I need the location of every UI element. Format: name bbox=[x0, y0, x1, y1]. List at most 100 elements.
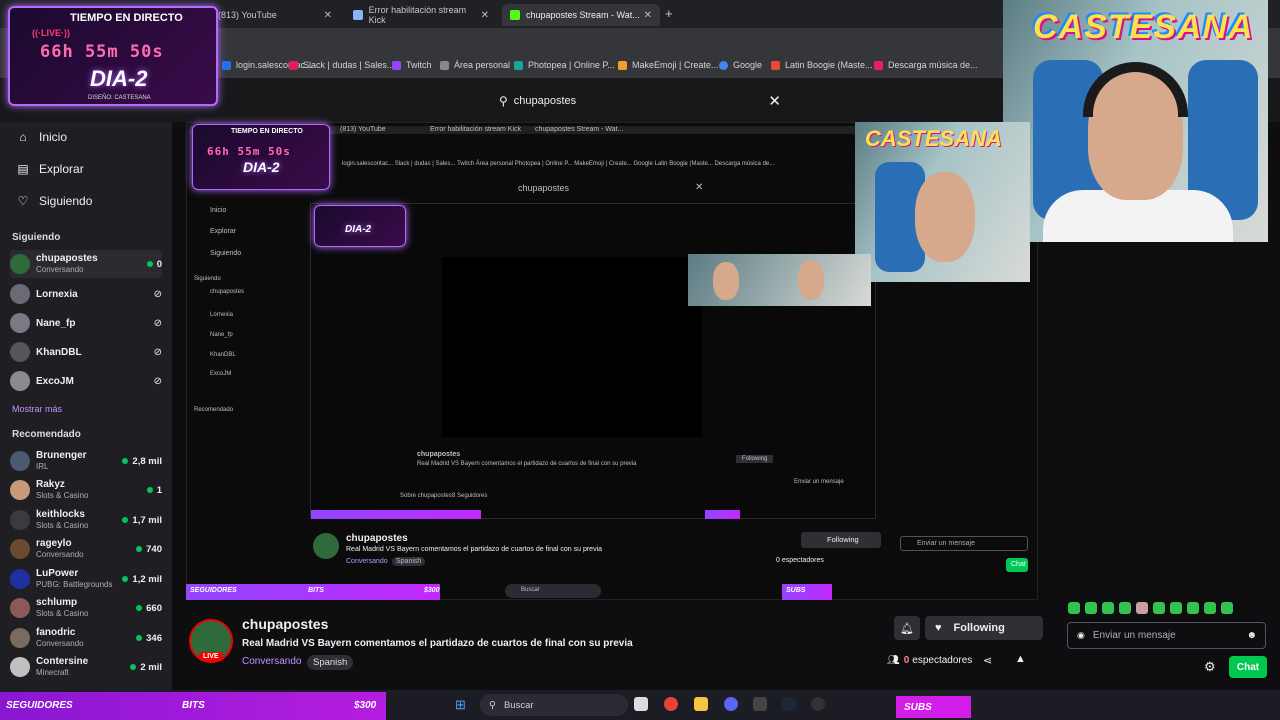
avatar bbox=[10, 342, 30, 362]
live-dot bbox=[122, 576, 129, 582]
sidebar-item-rageylo[interactable]: rageylo Conversando 740 bbox=[10, 535, 162, 563]
chat-send-button[interactable]: Chat bbox=[1229, 656, 1267, 678]
chat-input[interactable]: ◉ Enviar un mensaje ☻ bbox=[1067, 622, 1266, 649]
folder-icon[interactable] bbox=[694, 697, 708, 711]
castesana-logo: CASTESANA bbox=[865, 126, 1002, 151]
nested-search: chupapostes bbox=[518, 183, 570, 193]
tab-label: chupapostes Stream - Wat... bbox=[526, 10, 640, 20]
following-title: Siguiendo bbox=[12, 232, 61, 243]
language-tag[interactable]: Spanish bbox=[307, 655, 354, 670]
channel-name: chupapostes bbox=[36, 253, 98, 264]
nav-explorar[interactable]: ▤ Explorar bbox=[16, 162, 84, 176]
nav-siguiendo[interactable]: ♡ Siguiendo bbox=[16, 194, 93, 208]
emote-icon[interactable] bbox=[1136, 602, 1148, 614]
obs-icon[interactable] bbox=[753, 697, 767, 711]
emote-picker-icon[interactable]: ☻ bbox=[1246, 630, 1257, 641]
close-icon[interactable]: ✕ bbox=[644, 10, 652, 21]
share-icon[interactable]: ⋖ bbox=[983, 654, 992, 667]
sidebar-item-khandbl[interactable]: KhanDBL ⊘ bbox=[10, 338, 162, 366]
viewer-count: 2,8 mil bbox=[132, 455, 162, 467]
search-icon: ⚲ bbox=[499, 94, 508, 108]
bookmark-label: Descarga música de... bbox=[888, 60, 978, 70]
sidebar-item-brunenger[interactable]: Brunenger IRL 2,8 mil bbox=[10, 447, 162, 475]
bookmark[interactable]: Descarga música de... bbox=[874, 60, 978, 70]
nested-overlay-day: DIA-2 bbox=[243, 159, 280, 175]
google-icon bbox=[719, 60, 728, 70]
nested-timer-overlay: TIEMPO EN DIRECTO 66h 55m 50s DIA-2 bbox=[192, 124, 330, 190]
search-bar[interactable]: ⚲ chupapostes ✕ bbox=[491, 90, 789, 112]
sidebar-item-rakyz[interactable]: Rakyz Slots & Casino 1 bbox=[10, 476, 162, 504]
emote-icon[interactable] bbox=[1153, 602, 1165, 614]
sidebar-item-nane-fp[interactable]: Nane_fp ⊘ bbox=[10, 309, 162, 337]
bookmark[interactable]: Área personal bbox=[440, 60, 510, 70]
search-input[interactable]: chupapostes bbox=[514, 95, 576, 107]
bookmark-label: Google bbox=[733, 60, 763, 70]
bookmark[interactable]: MakeEmoji | Create... bbox=[618, 60, 718, 70]
emote-icon[interactable] bbox=[1187, 602, 1199, 614]
mid-chat-input: Enviar un mensaje bbox=[900, 536, 1028, 551]
emote-icon[interactable] bbox=[1119, 602, 1131, 614]
nested-clear-icon: ✕ bbox=[695, 182, 704, 193]
nested-recommended-title: Recomendado bbox=[194, 407, 234, 413]
download-icon bbox=[874, 60, 883, 70]
channel-name: Nane_fp bbox=[36, 317, 76, 329]
tab-label: (813) YouTube bbox=[218, 10, 277, 20]
stream-category[interactable]: Conversando bbox=[242, 656, 301, 667]
sidebar-item-fanodric[interactable]: fanodric Conversando 346 bbox=[10, 624, 162, 652]
sidebar-item-lornexia[interactable]: Lornexia ⊘ bbox=[10, 280, 162, 308]
bookmark[interactable]: Slack | dudas | Sales... bbox=[289, 60, 394, 70]
close-icon[interactable]: ✕ bbox=[324, 10, 332, 21]
bits-icon[interactable]: ◉ bbox=[1077, 630, 1085, 641]
discord-icon[interactable] bbox=[724, 697, 738, 711]
steam-icon[interactable] bbox=[782, 697, 796, 711]
mid-channel-tag: Spanish bbox=[392, 557, 426, 566]
windows-start-icon[interactable]: ⊞ bbox=[455, 697, 466, 713]
bookmark[interactable]: Latin Boogie (Maste... bbox=[771, 60, 873, 70]
nav-inicio[interactable]: ⌂ Inicio bbox=[16, 130, 67, 144]
emote-icon[interactable] bbox=[1102, 602, 1114, 614]
nested-channel: Lornexia bbox=[210, 312, 234, 318]
emote-icon[interactable] bbox=[1221, 602, 1233, 614]
tab-chupapostes[interactable]: chupapostes Stream - Wat... ✕ bbox=[502, 4, 660, 26]
new-tab-button[interactable]: + bbox=[665, 6, 673, 21]
avatar bbox=[10, 539, 30, 559]
task-view-icon[interactable] bbox=[634, 697, 648, 711]
sidebar-item-contersine[interactable]: Contersine Minecraft 2 mil bbox=[10, 653, 162, 681]
clear-search-icon[interactable]: ✕ bbox=[768, 92, 781, 110]
sidebar-item-lupower[interactable]: LuPower PUBG: Battlegrounds 1,2 mil bbox=[10, 565, 162, 593]
nav-label: Explorar bbox=[39, 162, 84, 176]
report-icon[interactable]: ▲ bbox=[1015, 653, 1026, 665]
bookmark[interactable]: Twitch bbox=[392, 60, 432, 70]
following-button[interactable]: ♥ Following bbox=[925, 616, 1043, 640]
emote-icon[interactable] bbox=[1068, 602, 1080, 614]
close-icon[interactable]: ✕ bbox=[481, 10, 489, 21]
mid-subs: SUBS bbox=[786, 587, 806, 594]
show-more-link[interactable]: Mostrar más bbox=[12, 404, 62, 414]
tab-error-kick[interactable]: Error habilitación stream Kick ✕ bbox=[345, 4, 497, 26]
notification-bell-button[interactable]: 🔔︎ bbox=[894, 616, 920, 640]
tab-label: Error habilitación stream Kick bbox=[368, 5, 467, 25]
money-goal: $300 bbox=[354, 700, 377, 711]
nested-tab-youtube: (813) YouTube bbox=[340, 126, 386, 133]
mid-bits: BITS bbox=[308, 587, 324, 594]
sidebar-item-schlump[interactable]: schlump Slots & Casino 660 bbox=[10, 594, 162, 622]
tab-youtube[interactable]: (813) YouTube ✕ bbox=[210, 4, 340, 26]
bookmark[interactable]: Google bbox=[719, 60, 762, 70]
channel-name[interactable]: chupapostes bbox=[242, 616, 328, 632]
emote-icon[interactable] bbox=[1204, 602, 1216, 614]
sidebar-item-excojm[interactable]: ExcoJM ⊘ bbox=[10, 367, 162, 395]
app-icon[interactable] bbox=[811, 697, 825, 711]
chrome-icon[interactable] bbox=[664, 697, 678, 711]
emote-icon[interactable] bbox=[1170, 602, 1182, 614]
channel-name: Contersine bbox=[36, 656, 89, 667]
bookmark[interactable]: Photopea | Online P... bbox=[514, 60, 615, 70]
mid-amount: $300 bbox=[424, 587, 440, 594]
chat-settings-gear-icon[interactable]: ⚙ bbox=[1204, 659, 1216, 675]
sidebar-item-keithlocks[interactable]: keithlocks Slots & Casino 1,7 mil bbox=[10, 506, 162, 534]
taskbar-search[interactable]: ⚲ Buscar bbox=[480, 694, 628, 716]
stream-title: Real Madrid VS Bayern comentamos el part… bbox=[242, 638, 633, 649]
emote-icon[interactable] bbox=[1085, 602, 1097, 614]
sidebar-item-chupapostes[interactable]: chupapostes Conversando 0 bbox=[10, 250, 162, 278]
nested-about: Sobre chupapostes bbox=[400, 493, 452, 499]
nested-tab-error: Error habilitación stream Kick bbox=[430, 126, 522, 133]
